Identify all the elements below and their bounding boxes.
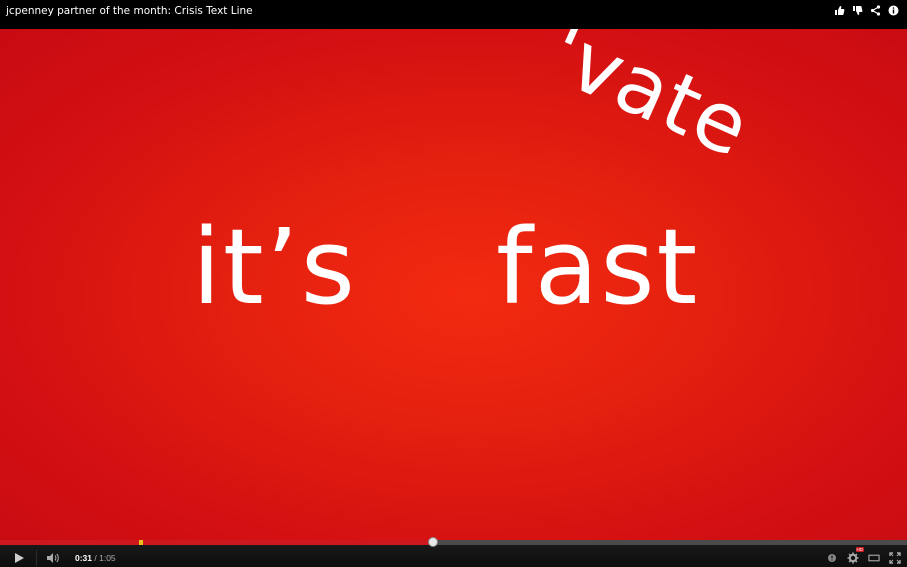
progress-bar[interactable] xyxy=(0,537,907,547)
title-actions xyxy=(834,5,907,16)
thumbs-up-icon[interactable] xyxy=(834,5,845,16)
video-frame[interactable]: 'vate it’s fast xyxy=(0,29,907,541)
theater-mode-icon[interactable] xyxy=(868,552,880,564)
fullscreen-icon[interactable] xyxy=(889,551,901,564)
player-controls: 0:31 / 1:05 HD xyxy=(0,537,907,567)
annotations-icon[interactable] xyxy=(826,552,838,564)
video-text-fast: fast xyxy=(496,206,700,328)
video-title[interactable]: jcpenney partner of the month: Crisis Te… xyxy=(0,5,253,17)
gear-icon xyxy=(847,552,859,563)
progress-played xyxy=(0,540,433,545)
controls-row: 0:31 / 1:05 HD xyxy=(0,546,907,567)
video-text-private: 'vate xyxy=(534,29,764,177)
volume-button[interactable] xyxy=(43,548,63,567)
volume-icon xyxy=(47,552,59,563)
info-icon[interactable] xyxy=(888,5,899,16)
play-icon xyxy=(15,552,24,563)
progress-scrubber-handle[interactable] xyxy=(428,537,438,547)
title-bar: jcpenney partner of the month: Crisis Te… xyxy=(0,0,907,29)
share-icon[interactable] xyxy=(870,5,881,16)
settings-button[interactable]: HD xyxy=(847,546,864,564)
current-time: 0:31 xyxy=(75,552,93,563)
right-controls: HD xyxy=(826,546,907,564)
play-button[interactable] xyxy=(8,548,30,567)
progress-ad-marker xyxy=(139,540,143,545)
time-display: 0:31 / 1:05 xyxy=(75,553,116,563)
controls-divider xyxy=(36,549,37,566)
video-text-its: it’s xyxy=(192,206,357,328)
thumbs-down-icon[interactable] xyxy=(852,5,863,16)
duration: 1:05 xyxy=(99,552,116,563)
video-player: jcpenney partner of the month: Crisis Te… xyxy=(0,0,907,567)
hd-badge: HD xyxy=(855,546,864,552)
